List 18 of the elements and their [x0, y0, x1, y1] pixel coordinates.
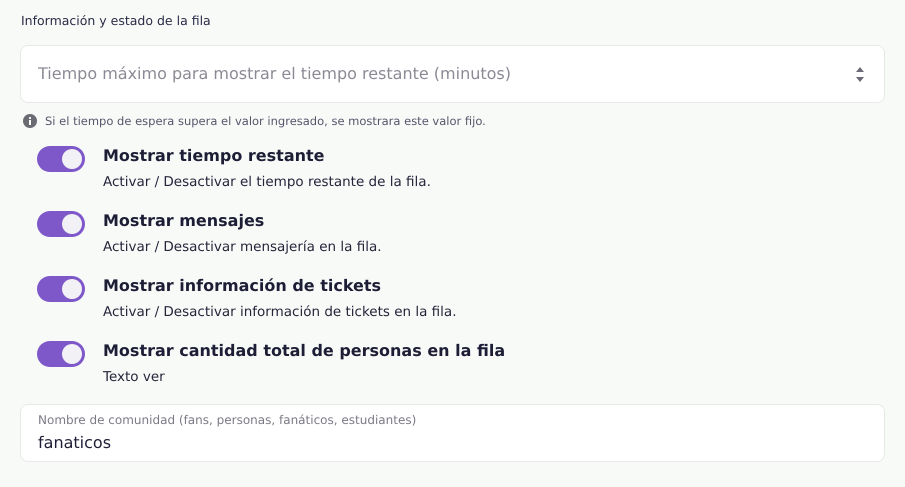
toggle-label: Mostrar información de tickets [103, 276, 382, 296]
toggle-switch[interactable] [37, 146, 85, 172]
toggle-description: Activar / Desactivar el tiempo restante de la fila. [103, 173, 431, 192]
toggle-description: Activar / Desactivar información de tickets en la fila. [103, 303, 456, 322]
toggle-label: Mostrar cantidad total de personas en la fila [103, 341, 506, 361]
toggle-switch[interactable] [37, 211, 85, 237]
toggle-description: Activar / Desactivar mensajería en la fila. [103, 238, 382, 257]
toggle-label: Mostrar tiempo restante [103, 146, 325, 166]
info-icon [23, 114, 37, 128]
section-title: Información y estado de la fila [21, 12, 211, 30]
toggle-description: Texto ver [103, 368, 165, 387]
toggle-switch[interactable] [37, 341, 85, 367]
toggle-switch[interactable] [37, 276, 85, 302]
hint-text: Si el tiempo de espera supera el valor ingresado, se mostrara este valor fijo. [45, 112, 486, 130]
max-time-field[interactable]: Tiempo máximo para mostrar el tiempo restante (minutos) [20, 44, 885, 103]
spinner-icon[interactable] [855, 66, 865, 83]
toggle-label: Mostrar mensajes [103, 211, 264, 231]
field-label: Nombre de comunidad (fans, personas, fanáticos, estudiantes) [38, 413, 416, 427]
